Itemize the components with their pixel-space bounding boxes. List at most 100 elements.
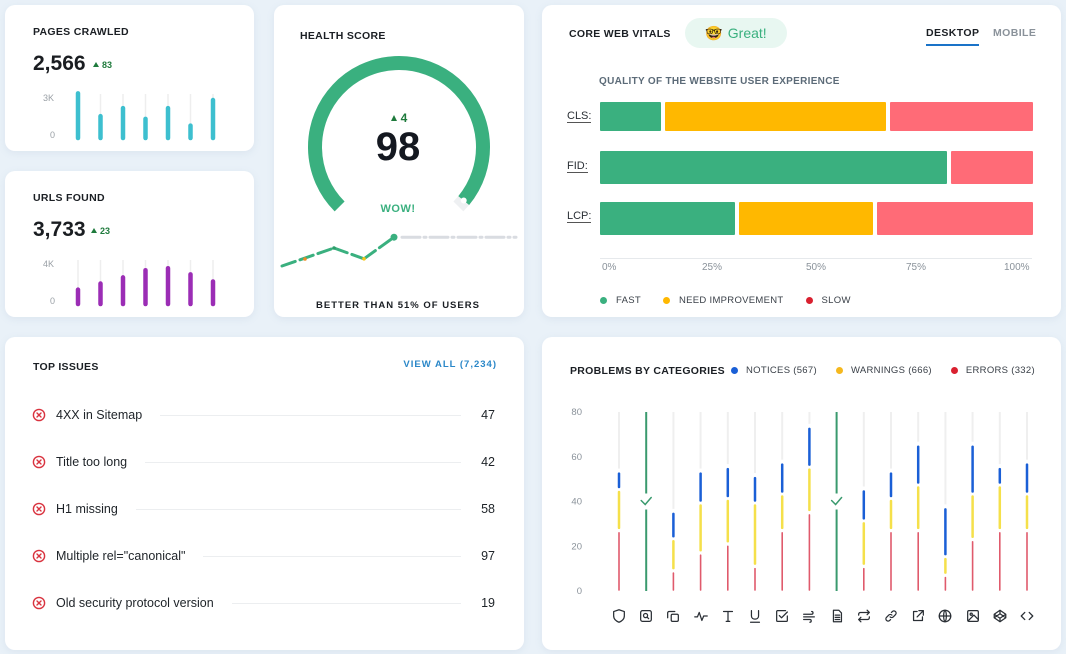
urls-found-delta: 23 bbox=[91, 226, 110, 236]
cwv-segment-slow[interactable] bbox=[950, 151, 1033, 184]
tab-desktop[interactable]: DESKTOP bbox=[926, 27, 980, 46]
up-arrow-icon bbox=[390, 115, 397, 121]
cwv-tick: 50% bbox=[806, 262, 827, 273]
pages-axis-top: 3K bbox=[43, 93, 55, 103]
external-link-icon[interactable] bbox=[909, 607, 927, 625]
urls-axis-bottom: 0 bbox=[50, 296, 56, 306]
cwv-segment-fast[interactable] bbox=[600, 151, 947, 184]
error-circle-icon bbox=[32, 502, 46, 516]
issue-label[interactable]: Old security protocol version bbox=[56, 596, 214, 610]
pages-axis-bottom: 0 bbox=[50, 130, 56, 140]
issue-label[interactable]: 4XX in Sitemap bbox=[56, 408, 142, 422]
cwv-tick: 100% bbox=[1004, 262, 1030, 273]
issue-divider bbox=[160, 414, 461, 416]
health-score-rating: WOW! bbox=[380, 203, 416, 215]
health-score-card: HEALTH SCORE 4 98 WOW! BETTER THAN 51% O… bbox=[274, 5, 524, 317]
trend-marker bbox=[303, 257, 307, 261]
health-score-comparison: BETTER THAN 51% OF USERS bbox=[316, 300, 480, 311]
y-tick-label: 20 bbox=[571, 541, 582, 552]
legend-need-improvement[interactable]: NEED IMPROVEMENT bbox=[662, 295, 784, 306]
trend-current-point bbox=[390, 233, 398, 241]
cwv-label-lcp[interactable]: LCP: bbox=[567, 210, 592, 223]
cwv-axis-line bbox=[600, 258, 1032, 259]
globe-icon[interactable] bbox=[936, 607, 954, 625]
cwv-legend: FAST NEED IMPROVEMENT SLOW bbox=[600, 295, 873, 306]
cwv-label-fid[interactable]: FID: bbox=[567, 160, 588, 173]
cwv-segment-need[interactable] bbox=[738, 202, 874, 235]
health-score-value: 98 bbox=[375, 125, 421, 169]
y-tick-label: 60 bbox=[571, 452, 582, 463]
issue-label[interactable]: Title too long bbox=[56, 455, 127, 469]
legend-fast[interactable]: FAST bbox=[600, 295, 641, 306]
issue-label[interactable]: Multiple rel="canonical" bbox=[56, 549, 185, 563]
image-icon[interactable] bbox=[964, 607, 982, 625]
text-icon[interactable] bbox=[719, 607, 737, 625]
cwv-segment-slow[interactable] bbox=[890, 102, 1033, 131]
pulse-icon[interactable] bbox=[692, 607, 710, 625]
issue-count: 42 bbox=[481, 455, 495, 469]
trend-marker bbox=[332, 246, 336, 250]
link-icon[interactable] bbox=[882, 607, 900, 625]
error-circle-icon bbox=[32, 596, 46, 610]
tab-mobile[interactable]: MOBILE bbox=[993, 27, 1036, 39]
y-tick-label: 80 bbox=[571, 407, 582, 418]
y-tick-label: 40 bbox=[571, 497, 582, 508]
cwv-segment-fast[interactable] bbox=[600, 102, 661, 131]
issue-row[interactable]: H1 missing 58 bbox=[32, 499, 495, 519]
cwv-segment-fast[interactable] bbox=[600, 202, 735, 235]
pages-crawled-delta: 83 bbox=[93, 60, 112, 70]
y-tick-label: 0 bbox=[577, 586, 582, 597]
code-icon[interactable] bbox=[1018, 607, 1036, 625]
error-circle-icon bbox=[32, 408, 46, 422]
copy-icon[interactable] bbox=[664, 607, 682, 625]
pages-crawled-chart bbox=[75, 91, 216, 141]
wind-icon[interactable] bbox=[800, 607, 818, 625]
trend-line bbox=[362, 235, 396, 261]
issue-row[interactable]: 4XX in Sitemap 47 bbox=[32, 405, 495, 425]
core-web-vitals-card: CORE WEB VITALS 🤓 Great! DESKTOP MOBILE … bbox=[542, 5, 1061, 317]
trend-line bbox=[332, 246, 366, 261]
codepen-icon[interactable] bbox=[991, 607, 1009, 625]
cwv-label-cls[interactable]: CLS: bbox=[567, 110, 592, 123]
cwv-status-badge: 🤓 Great! bbox=[685, 18, 787, 48]
view-all-link[interactable]: VIEW ALL (7,234) bbox=[403, 359, 497, 370]
underline-icon[interactable] bbox=[746, 607, 764, 625]
pages-crawled-title: PAGES CRAWLED bbox=[33, 26, 129, 38]
error-circle-icon bbox=[32, 549, 46, 563]
need-dot-icon bbox=[662, 297, 670, 304]
shield-icon[interactable] bbox=[610, 607, 628, 625]
cwv-tick: 75% bbox=[906, 262, 927, 273]
pages-crawled-value: 2,566 bbox=[33, 52, 86, 75]
issue-count: 19 bbox=[481, 596, 495, 610]
search-box-icon[interactable] bbox=[637, 607, 655, 625]
cwv-bar-fid bbox=[600, 151, 1033, 184]
cwv-segment-need[interactable] bbox=[664, 102, 887, 131]
urls-found-value: 3,733 bbox=[33, 218, 86, 241]
cwv-tick: 0% bbox=[602, 262, 617, 273]
issue-divider bbox=[203, 555, 461, 557]
cwv-tick: 25% bbox=[702, 262, 723, 273]
cwv-segment-slow[interactable] bbox=[877, 202, 1033, 235]
error-circle-icon bbox=[32, 455, 46, 469]
top-issues-title: TOP ISSUES bbox=[33, 361, 99, 373]
urls-axis-top: 4K bbox=[43, 259, 55, 269]
repeat-icon[interactable] bbox=[855, 607, 873, 625]
document-icon[interactable] bbox=[828, 607, 846, 625]
up-arrow-icon bbox=[91, 228, 97, 233]
nerd-face-icon: 🤓 bbox=[705, 24, 723, 41]
legend-slow[interactable]: SLOW bbox=[805, 295, 851, 306]
cwv-bar-lcp bbox=[600, 202, 1033, 235]
urls-found-title: URLS FOUND bbox=[33, 192, 105, 204]
issue-row[interactable]: Title too long 42 bbox=[32, 452, 495, 472]
cwv-bar-cls bbox=[600, 102, 1033, 131]
issue-divider bbox=[231, 602, 461, 604]
issue-divider bbox=[145, 461, 461, 463]
issue-row[interactable]: Old security protocol version 19 bbox=[32, 593, 495, 613]
issue-row[interactable]: Multiple rel="canonical" 97 bbox=[32, 546, 495, 566]
checkbox-icon[interactable] bbox=[773, 607, 791, 625]
urls-found-chart bbox=[75, 260, 216, 307]
issue-label[interactable]: H1 missing bbox=[56, 502, 118, 516]
legend-fast-label: FAST bbox=[616, 295, 641, 306]
fast-dot-icon bbox=[600, 297, 607, 304]
pages-crawled-card: PAGES CRAWLED 2,566 83 3K 0 bbox=[5, 5, 254, 151]
